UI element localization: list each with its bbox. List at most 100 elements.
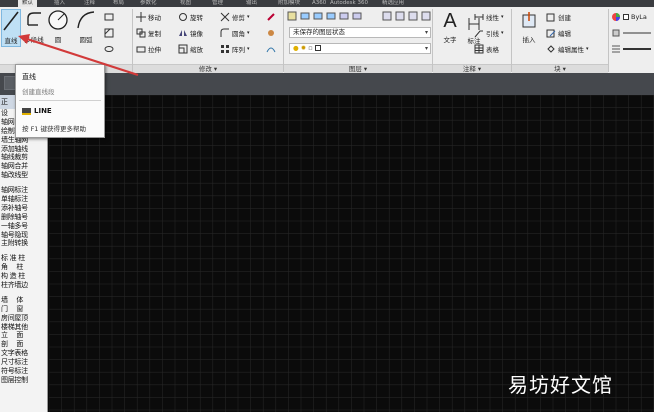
layer-tool-icon[interactable] [395,11,405,21]
palette-group-axis-labels: 轴网标注 单轴标注 添补轴号 删除轴号 一轴多号 轴号隐现 主附转换 [0,186,47,248]
layer-properties-icon[interactable] [287,11,297,21]
tab-view[interactable]: 视图 [180,0,191,7]
lineweight-icon [623,48,651,50]
palette-item[interactable]: 轴网标注 [0,186,47,195]
table-button[interactable]: 表格 [474,42,499,56]
block-panel-title[interactable]: 块 ▾ [512,64,608,73]
tab-addins[interactable]: 附加模块 [278,0,300,7]
layer-state-dropdown[interactable]: 未保存的图层状态 ▾ [289,27,431,38]
layer-tool-icon[interactable] [300,11,310,21]
offset-button[interactable] [266,42,276,56]
palette-item[interactable]: 删除轴号 [0,213,47,222]
layer-state-value: 未保存的图层状态 [293,28,345,36]
current-layer-dropdown[interactable]: ● ✹ ▫ ▾ [289,43,431,54]
draw-extra-2[interactable] [104,26,114,40]
palette-item[interactable]: 构 造 柱 [0,272,47,281]
palette-item[interactable]: 柱齐墙边 [0,281,47,290]
rotate-button[interactable]: 旋转 [178,10,203,24]
leader-icon [474,30,483,38]
lineweight-control[interactable] [611,42,651,56]
tab-featured-apps[interactable]: 精选应用 [382,0,404,7]
fillet-button[interactable]: 圆角 ▾ [220,26,250,40]
linear-dimension-button[interactable]: 线性 ▾ [474,10,504,24]
layer-tool-icon[interactable] [408,11,418,21]
palette-item[interactable]: 角 柱 [0,263,47,272]
tab-autodesk360[interactable]: Autodesk 360 [330,0,368,7]
tab-default[interactable]: 默认 [18,0,38,7]
explode-button[interactable] [266,26,276,40]
palette-item[interactable]: 图层控制 [0,376,47,385]
draw-extra-1[interactable] [104,10,114,24]
rotate-label: 旋转 [190,14,203,22]
circle-button[interactable]: 圆 [46,9,70,47]
palette-item[interactable]: 轴网合并 [0,162,47,171]
layer-color-swatch [314,45,321,51]
leader-button[interactable]: 引线 ▾ [474,26,504,40]
scale-button[interactable]: 缩放 [178,42,203,56]
layer-tool-icon[interactable] [352,11,362,21]
palette-item[interactable]: 墙 体 [0,296,47,305]
palette-item[interactable]: 一轴多号 [0,222,47,231]
palette-item[interactable]: 尺寸标注 [0,358,47,367]
mirror-button[interactable]: 镜像 [178,26,203,40]
stretch-button[interactable]: 拉伸 [136,42,161,56]
palette-item[interactable]: 文字表格 [0,349,47,358]
move-button[interactable]: 移动 [136,10,161,24]
drawing-canvas[interactable] [49,95,654,412]
tab-a360[interactable]: A360 [312,0,326,7]
create-block-button[interactable]: 创建 [546,10,571,24]
insert-block-button[interactable]: 插入 [515,11,543,57]
palette-item[interactable]: 房间屋顶 [0,314,47,323]
edit-attributes-button[interactable]: 编辑属性 ▾ [546,42,589,56]
palette-item[interactable]: 主附转换 [0,239,47,248]
tab-annotate[interactable]: 注释 [84,0,95,7]
palette-item[interactable]: 添补轴号 [0,204,47,213]
annotation-panel-title[interactable]: 注释 ▾ [433,64,511,73]
ellipse-icon [104,46,114,52]
text-button[interactable]: A 文字 [437,9,463,57]
match-properties-icon [612,29,620,37]
array-button[interactable]: 阵列 ▾ [220,42,250,56]
draw-extra-3[interactable] [104,42,114,56]
tab-insert[interactable]: 插入 [54,0,65,7]
palette-item[interactable]: 单轴标注 [0,195,47,204]
layer-tools-row [287,9,431,23]
palette-item[interactable]: 添加轴线 [0,145,47,154]
palette-item[interactable]: 立 面 [0,331,47,340]
layer-tool-icon[interactable] [326,11,336,21]
layer-tool-icon[interactable] [313,11,323,21]
tab-manage[interactable]: 管理 [212,0,223,7]
edit-block-icon [546,29,556,38]
layer-tool-icon[interactable] [421,11,431,21]
tooltip-divider [19,100,101,101]
line-button[interactable]: 直线 [1,9,21,47]
palette-item[interactable]: 轴号隐现 [0,231,47,240]
layers-panel-title[interactable]: 图层 ▾ [284,64,432,73]
trim-button[interactable]: 修剪 ▾ [220,10,250,24]
palette-item[interactable]: 符号标注 [0,367,47,376]
color-control[interactable]: ByLa [611,10,647,24]
linetype-control[interactable] [611,26,651,40]
palette-item[interactable]: 轴改线型 [0,171,47,180]
palette-item[interactable]: 楼梯其他 [0,323,47,332]
fillet-label: 圆角 [232,30,245,38]
move-icon [136,12,146,22]
palette-item[interactable]: 门 窗 [0,305,47,314]
tab-output[interactable]: 输出 [246,0,257,7]
modify-panel-title[interactable]: 修改 ▾ [133,64,283,73]
tab-parametric[interactable]: 参数化 [140,0,157,7]
palette-item[interactable]: 标 准 柱 [0,254,47,263]
palette-item[interactable]: 剖 面 [0,340,47,349]
polyline-button[interactable]: 多段线 [23,9,45,47]
tab-layout[interactable]: 布局 [113,0,124,7]
palette-item[interactable]: 轴线裁剪 [0,153,47,162]
layer-tool-icon[interactable] [382,11,392,21]
insert-label: 插入 [522,36,536,44]
erase-button[interactable] [266,10,276,24]
edit-block-button[interactable]: 编辑 [546,26,571,40]
tooltip-command: LINE [22,107,52,115]
copy-button[interactable]: 复制 [136,26,161,40]
linear-dimension-icon [474,14,484,20]
layer-tool-icon[interactable] [339,11,349,21]
arc-button[interactable]: 圆弧 [73,9,99,47]
